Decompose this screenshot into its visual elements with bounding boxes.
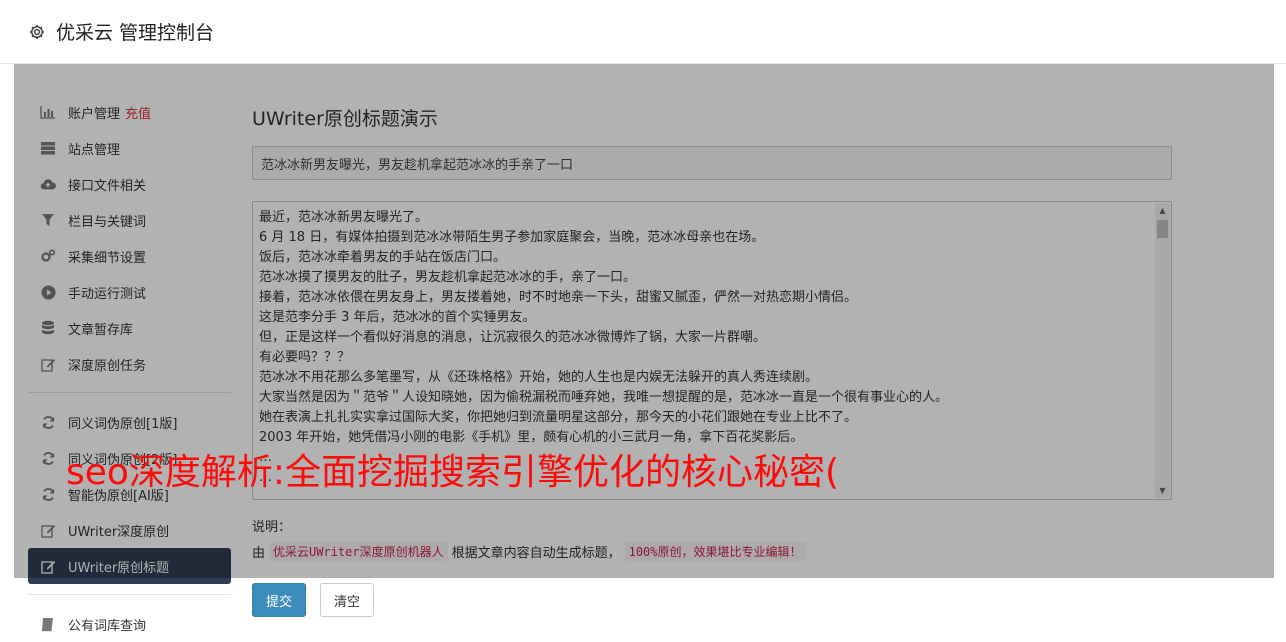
robot-name-code: 优采云UWriter深度原创机器人 xyxy=(269,542,448,561)
sidebar-item-label: 账户管理 xyxy=(68,106,121,122)
book-icon xyxy=(40,616,56,632)
vertical-scrollbar[interactable]: ▲ ▼ xyxy=(1155,203,1170,498)
content-frame: 账户管理 充值 站点管理 接口文件相关 栏目与关键词 采集细节设置 手动运行测试… xyxy=(14,64,1274,642)
note-middle: 根据文章内容自动生成标题， xyxy=(451,546,621,561)
sidebar-item-sites[interactable]: 站点管理 xyxy=(28,130,231,166)
recharge-link[interactable]: 充值 xyxy=(125,103,151,122)
gear-icon xyxy=(29,24,45,39)
sidebar-item-columns-keywords[interactable]: 栏目与关键词 xyxy=(28,202,231,238)
content-line: 范冰冰摸了摸男友的肚子，男友趁机拿起范冰冰的手，亲了一口。 xyxy=(259,270,637,285)
content-line: 有必要吗？？？ xyxy=(259,350,351,365)
edit-icon xyxy=(40,356,56,372)
database-icon xyxy=(40,320,56,336)
app-title: 优采云 管理控制台 xyxy=(56,22,215,44)
sidebar-item-label: 深度原创任务 xyxy=(68,358,147,374)
top-bar: 优采云 管理控制台 xyxy=(0,0,1286,64)
sidebar-item-label: 公有词库查询 xyxy=(68,618,147,634)
bar-chart-icon xyxy=(40,104,56,120)
sidebar-item-manual-run[interactable]: 手动运行测试 xyxy=(28,274,231,310)
generated-title-field[interactable]: 范冰冰新男友曝光，男友趁机拿起范冰冰的手亲了一口 xyxy=(252,146,1172,180)
main-panel: UWriter原创标题演示 范冰冰新男友曝光，男友趁机拿起范冰冰的手亲了一口 最… xyxy=(252,104,1174,617)
clear-button[interactable]: 清空 xyxy=(320,583,374,617)
refresh-icon xyxy=(40,486,56,502)
sidebar-item-deep-original-task[interactable]: 深度原创任务 xyxy=(28,346,231,382)
sidebar-item-synonym-v1[interactable]: 同义词伪原创[1版] xyxy=(28,404,231,440)
content-line: 范冰冰不用花那么多笔墨写，从《还珠格格》开始，她的人生也是内娱无法躲开的真人秀连… xyxy=(259,370,819,385)
sidebar-item-label: UWriter原创标题 xyxy=(68,560,170,576)
scroll-up-arrow-icon[interactable]: ▲ xyxy=(1155,203,1170,218)
sidebar-item-label: 文章暂存库 xyxy=(68,322,134,338)
note-prefix: 由 xyxy=(252,546,266,561)
sidebar-item-label: UWriter深度原创 xyxy=(68,524,170,540)
play-circle-icon xyxy=(40,284,56,300)
sidebar-divider xyxy=(28,594,231,595)
refresh-icon xyxy=(40,450,56,466)
scroll-down-arrow-icon[interactable]: ▼ xyxy=(1155,483,1170,498)
sidebar-item-uwriter-title[interactable]: UWriter原创标题 xyxy=(28,548,231,584)
sidebar-item-label: 栏目与关键词 xyxy=(68,214,147,230)
edit-icon xyxy=(40,558,56,574)
content-line: 她在表演上扎扎实实拿过国际大奖，你把她归到流量明星这部分，那今天的小花们跟她在专… xyxy=(259,410,858,425)
sidebar-item-label: 接口文件相关 xyxy=(68,178,147,194)
sidebar-item-collect-settings[interactable]: 采集细节设置 xyxy=(28,238,231,274)
content-line: 饭后，范冰冰牵着男友的手站在饭店门口。 xyxy=(259,250,507,265)
sidebar: 账户管理 充值 站点管理 接口文件相关 栏目与关键词 采集细节设置 手动运行测试… xyxy=(28,94,231,642)
content-line: 接着，范冰冰依偎在男友身上，男友搂着她，时不时地亲一下头，甜蜜又腻歪，俨然一对热… xyxy=(259,290,858,305)
gears-icon xyxy=(40,248,56,264)
note-label: 说明： xyxy=(252,520,292,535)
content-line: 大家当然是因为＂范爷＂人设知晓她，因为偷税漏税而唾弃她，我唯一想提醒的是，范冰冰… xyxy=(259,390,949,405)
cloud-upload-icon xyxy=(40,176,56,192)
watermark-text: seo深度解析:全面挖掘搜索引擎优化的核心秘密( xyxy=(66,452,840,493)
filter-icon xyxy=(40,212,56,228)
refresh-icon xyxy=(40,414,56,430)
sidebar-item-api-files[interactable]: 接口文件相关 xyxy=(28,166,231,202)
sidebar-item-label: 站点管理 xyxy=(68,142,121,158)
sidebar-item-label: 同义词伪原创[1版] xyxy=(68,416,178,432)
page-title: UWriter原创标题演示 xyxy=(252,108,438,130)
content-line: 6 月 18 日，有媒体拍摄到范冰冰带陌生男子参加家庭聚会，当晚，范冰冰母亲也在… xyxy=(259,230,765,245)
sidebar-item-uwriter-deep[interactable]: UWriter深度原创 xyxy=(28,512,231,548)
content-line: 这是范李分手 3 年后，范冰冰的首个实锤男友。 xyxy=(259,310,536,325)
content-line: 但，正是这样一个看似好消息的消息，让沉寂很久的范冰冰微博炸了锅，大家一片群嘲。 xyxy=(259,330,767,345)
originality-code: 100%原创，效果堪比专业编辑！ xyxy=(624,542,806,561)
note-text: 由 优采云UWriter深度原创机器人 根据文章内容自动生成标题， 100%原创… xyxy=(252,542,1174,561)
action-buttons: 提交 清空 xyxy=(252,583,1174,617)
sidebar-item-account[interactable]: 账户管理 充值 xyxy=(28,94,231,130)
sidebar-item-article-storage[interactable]: 文章暂存库 xyxy=(28,310,231,346)
submit-button[interactable]: 提交 xyxy=(252,583,306,617)
edit-icon xyxy=(40,522,56,538)
server-icon xyxy=(40,140,56,156)
sidebar-item-public-lexicon[interactable]: 公有词库查询 xyxy=(28,606,231,642)
sidebar-item-label: 手动运行测试 xyxy=(68,286,147,302)
content-line: 最近，范冰冰新男友曝光了。 xyxy=(259,210,429,225)
sidebar-divider xyxy=(28,392,231,393)
sidebar-item-label: 采集细节设置 xyxy=(68,250,147,266)
scroll-thumb[interactable] xyxy=(1157,220,1168,238)
